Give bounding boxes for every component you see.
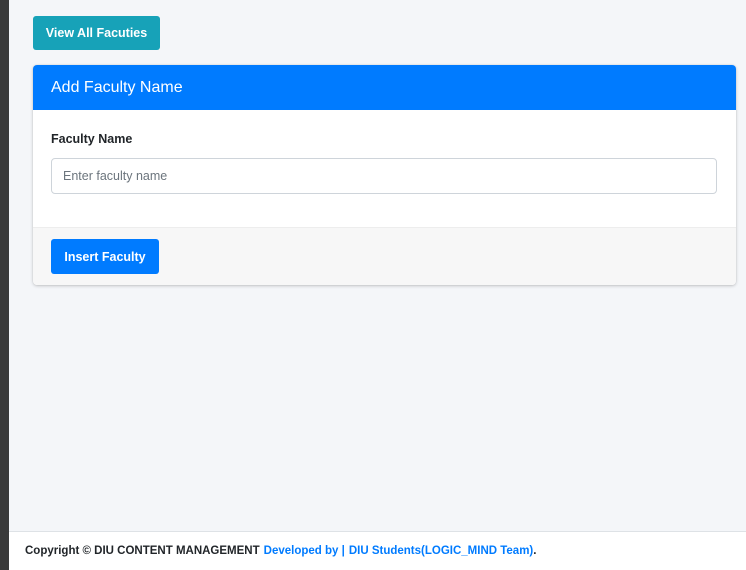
view-all-faculties-button[interactable]: View All Facuties [33,16,160,50]
faculty-name-input[interactable] [51,158,717,194]
copyright-text: Copyright © DIU CONTENT MANAGEMENT [25,545,260,557]
footer-period: . [533,545,537,557]
card-title: Add Faculty Name [33,65,736,110]
main-content: View All Facuties Add Faculty Name Facul… [9,0,746,531]
team-link[interactable]: DIU Students(LOGIC_MIND Team) [349,545,533,557]
developed-by-text: Developed by | [263,545,345,557]
add-faculty-card: Add Faculty Name Faculty Name Insert Fac… [33,65,736,285]
sidebar-edge [0,0,9,570]
insert-faculty-button[interactable]: Insert Faculty [51,239,159,274]
app-window: View All Facuties Add Faculty Name Facul… [0,0,746,570]
page-footer: Copyright © DIU CONTENT MANAGEMENT Devel… [9,531,746,570]
faculty-name-label: Faculty Name [51,132,133,146]
card-footer: Insert Faculty [33,227,736,285]
